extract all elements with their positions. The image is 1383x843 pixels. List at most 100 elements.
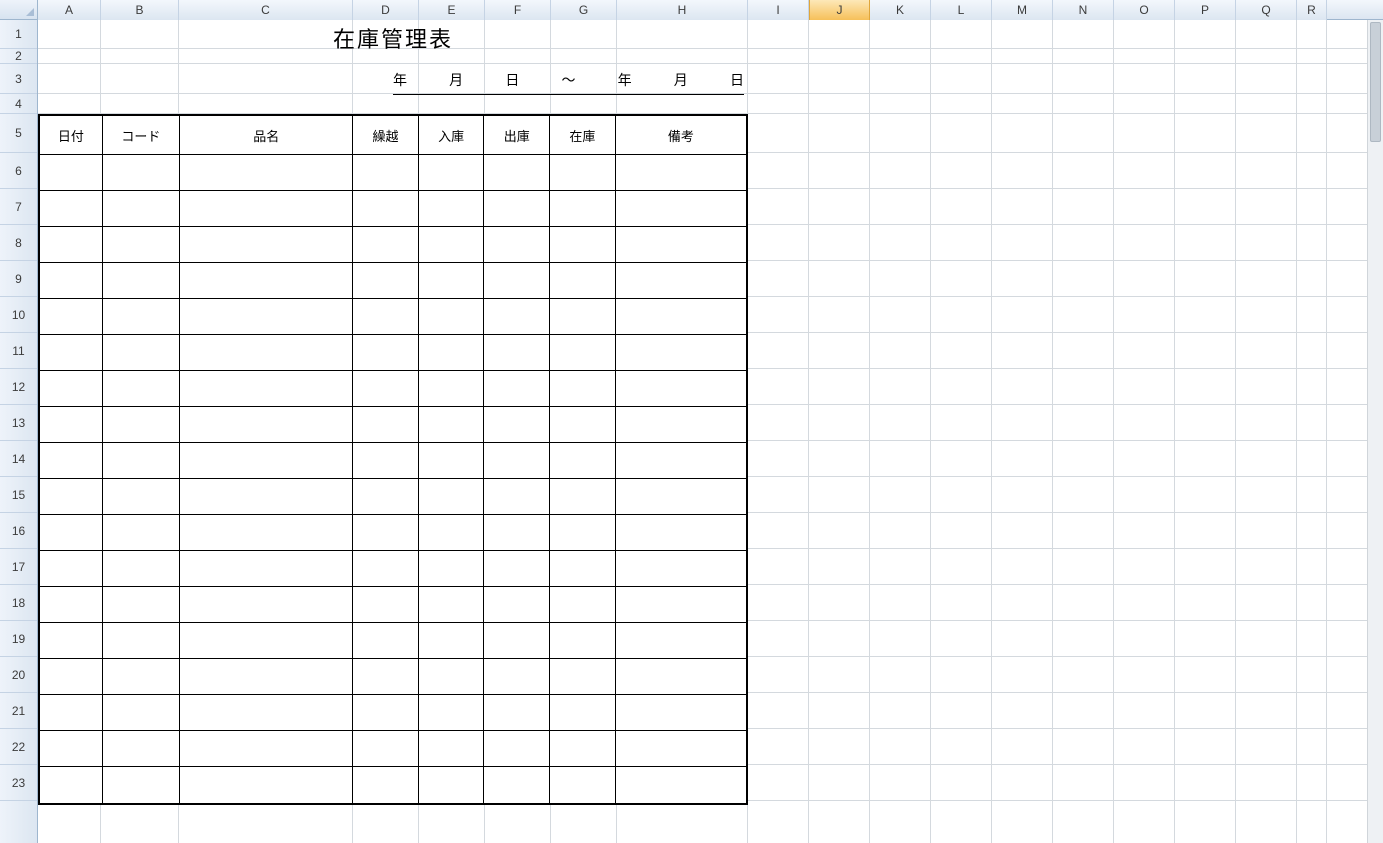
row-header-12[interactable]: 12 [0, 369, 37, 405]
inventory-cell[interactable] [180, 515, 353, 550]
inventory-cell[interactable] [419, 191, 485, 226]
inventory-cell[interactable] [616, 335, 746, 370]
inventory-cell[interactable] [40, 227, 103, 262]
inventory-cell[interactable] [550, 695, 616, 730]
inventory-cell[interactable] [103, 659, 181, 694]
inventory-cell[interactable] [550, 515, 616, 550]
select-all-corner[interactable] [0, 0, 38, 20]
inventory-cell[interactable] [40, 551, 103, 586]
inventory-cell[interactable] [103, 407, 181, 442]
inventory-cell[interactable] [484, 623, 550, 658]
inventory-cell[interactable] [616, 227, 746, 262]
inventory-cell[interactable] [550, 551, 616, 586]
inventory-cell[interactable] [103, 551, 181, 586]
inventory-cell[interactable] [353, 551, 419, 586]
inventory-cell[interactable] [103, 731, 181, 766]
column-header-G[interactable]: G [551, 0, 617, 20]
inventory-cell[interactable] [419, 407, 485, 442]
inventory-cell[interactable] [419, 479, 485, 514]
column-header-E[interactable]: E [419, 0, 485, 20]
row-header-6[interactable]: 6 [0, 153, 37, 189]
column-header-K[interactable]: K [870, 0, 931, 20]
inventory-cell[interactable] [353, 479, 419, 514]
inventory-cell[interactable] [419, 227, 485, 262]
inventory-cell[interactable] [180, 191, 353, 226]
inventory-cell[interactable] [180, 155, 353, 190]
inventory-cell[interactable] [419, 443, 485, 478]
column-header-D[interactable]: D [353, 0, 419, 20]
column-header-L[interactable]: L [931, 0, 992, 20]
column-header-M[interactable]: M [992, 0, 1053, 20]
inventory-cell[interactable] [353, 767, 419, 803]
column-header-J[interactable]: J [809, 0, 870, 20]
inventory-cell[interactable] [40, 407, 103, 442]
inventory-cell[interactable] [484, 263, 550, 298]
inventory-cell[interactable] [484, 767, 550, 803]
row-header-22[interactable]: 22 [0, 729, 37, 765]
inventory-cell[interactable] [484, 155, 550, 190]
inventory-cell[interactable] [180, 227, 353, 262]
inventory-cell[interactable] [484, 191, 550, 226]
inventory-cell[interactable] [419, 587, 485, 622]
row-header-23[interactable]: 23 [0, 765, 37, 801]
inventory-cell[interactable] [419, 731, 485, 766]
inventory-cell[interactable] [550, 371, 616, 406]
inventory-cell[interactable] [103, 479, 181, 514]
column-header-Q[interactable]: Q [1236, 0, 1297, 20]
inventory-cell[interactable] [40, 731, 103, 766]
inventory-cell[interactable] [40, 623, 103, 658]
row-header-5[interactable]: 5 [0, 114, 37, 153]
inventory-cell[interactable] [40, 263, 103, 298]
inventory-cell[interactable] [353, 587, 419, 622]
inventory-cell[interactable] [103, 623, 181, 658]
inventory-cell[interactable] [484, 371, 550, 406]
inventory-cell[interactable] [353, 731, 419, 766]
inventory-cell[interactable] [550, 443, 616, 478]
inventory-cell[interactable] [616, 191, 746, 226]
inventory-cell[interactable] [616, 659, 746, 694]
inventory-cell[interactable] [616, 587, 746, 622]
inventory-cell[interactable] [180, 407, 353, 442]
row-header-8[interactable]: 8 [0, 225, 37, 261]
inventory-cell[interactable] [103, 515, 181, 550]
inventory-cell[interactable] [40, 155, 103, 190]
inventory-cell[interactable] [353, 443, 419, 478]
inventory-cell[interactable] [419, 371, 485, 406]
inventory-cell[interactable] [180, 371, 353, 406]
row-header-17[interactable]: 17 [0, 549, 37, 585]
inventory-cell[interactable] [419, 335, 485, 370]
inventory-cell[interactable] [103, 335, 181, 370]
row-header-1[interactable]: 1 [0, 20, 37, 49]
inventory-cell[interactable] [180, 659, 353, 694]
inventory-cell[interactable] [550, 263, 616, 298]
inventory-cell[interactable] [40, 191, 103, 226]
inventory-cell[interactable] [40, 299, 103, 334]
inventory-cell[interactable] [484, 299, 550, 334]
inventory-cell[interactable] [484, 695, 550, 730]
inventory-cell[interactable] [40, 659, 103, 694]
inventory-cell[interactable] [103, 191, 181, 226]
row-header-19[interactable]: 19 [0, 621, 37, 657]
inventory-cell[interactable] [484, 335, 550, 370]
inventory-cell[interactable] [180, 587, 353, 622]
inventory-cell[interactable] [616, 407, 746, 442]
inventory-cell[interactable] [419, 155, 485, 190]
inventory-cell[interactable] [419, 659, 485, 694]
row-header-13[interactable]: 13 [0, 405, 37, 441]
inventory-cell[interactable] [484, 587, 550, 622]
inventory-cell[interactable] [616, 551, 746, 586]
inventory-cell[interactable] [616, 263, 746, 298]
inventory-cell[interactable] [616, 623, 746, 658]
inventory-cell[interactable] [353, 227, 419, 262]
inventory-cell[interactable] [616, 767, 746, 803]
inventory-cell[interactable] [180, 479, 353, 514]
inventory-cell[interactable] [353, 659, 419, 694]
inventory-cell[interactable] [353, 191, 419, 226]
column-header-B[interactable]: B [101, 0, 179, 20]
inventory-cell[interactable] [484, 731, 550, 766]
inventory-cell[interactable] [103, 695, 181, 730]
inventory-cell[interactable] [484, 227, 550, 262]
row-header-14[interactable]: 14 [0, 441, 37, 477]
inventory-cell[interactable] [103, 263, 181, 298]
inventory-cell[interactable] [616, 443, 746, 478]
